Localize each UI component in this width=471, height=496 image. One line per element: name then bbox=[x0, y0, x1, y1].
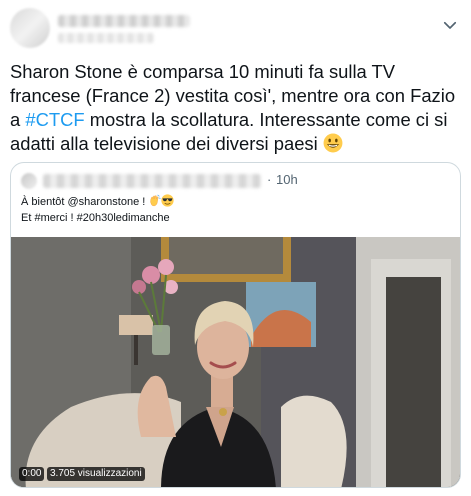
video-player[interactable]: 0:00 3.705 visualizzazioni bbox=[11, 237, 460, 487]
video-view-count: 3.705 visualizzazioni bbox=[47, 467, 145, 481]
tweet-header bbox=[10, 8, 461, 48]
quoted-author-name-redacted bbox=[43, 174, 261, 188]
quoted-separator: · bbox=[267, 172, 272, 187]
author-avatar[interactable] bbox=[10, 8, 50, 48]
grinning-face-icon bbox=[323, 133, 343, 153]
quoted-line-1-text: À bientôt @sharonstone ! bbox=[21, 196, 149, 208]
quoted-tweet-text: À bientôt @sharonstone ! Et #merci ! #20… bbox=[21, 194, 451, 226]
video-elapsed-time: 0:00 bbox=[19, 467, 45, 481]
author-handle-redacted[interactable] bbox=[58, 33, 154, 43]
quoted-line-2: Et #merci ! #20h30ledimanche bbox=[21, 212, 170, 224]
hashtag-link[interactable]: #CTCF bbox=[25, 109, 84, 130]
smiling-face-with-sunglasses-icon bbox=[161, 194, 174, 207]
video-frame bbox=[11, 237, 460, 487]
quoted-tweet[interactable]: · 10h À bientôt @sharonstone ! Et #merci… bbox=[10, 162, 461, 488]
quoted-line-1: À bientôt @sharonstone ! bbox=[21, 194, 451, 210]
tweet-text: Sharon Stone è comparsa 10 minuti fa sul… bbox=[10, 60, 462, 156]
quoted-author-avatar bbox=[21, 173, 37, 189]
chevron-down-icon[interactable] bbox=[441, 16, 459, 34]
author-name-redacted[interactable] bbox=[58, 15, 190, 27]
waving-hand-icon bbox=[150, 194, 161, 207]
quoted-timestamp[interactable]: 10h bbox=[276, 172, 298, 187]
